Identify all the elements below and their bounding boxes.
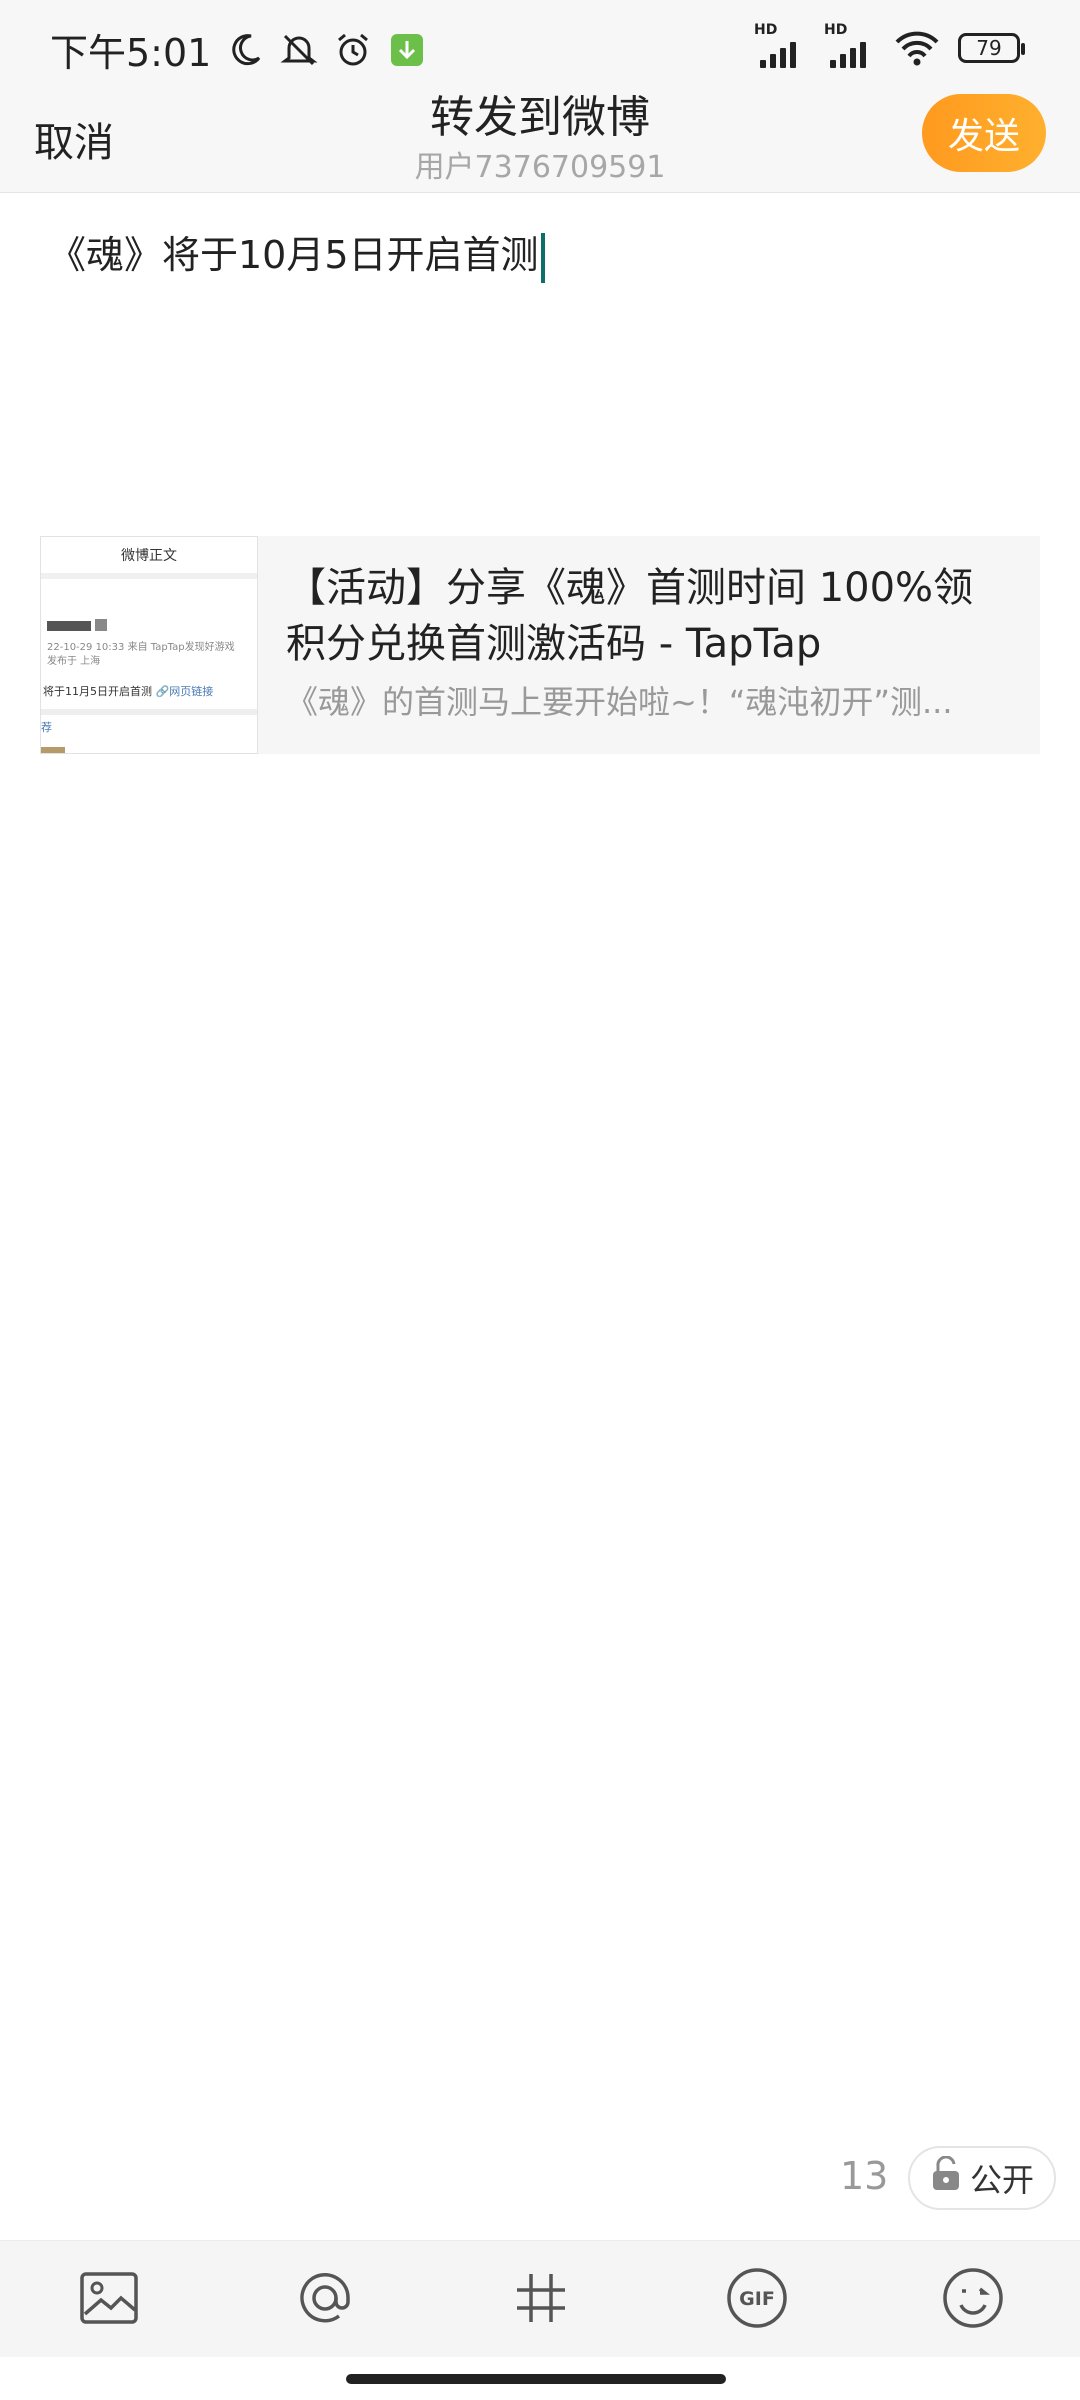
hashtag-icon[interactable] xyxy=(508,2265,574,2331)
thumbnail-band xyxy=(41,573,257,579)
thumbnail-meta-line-2: 发布于 上海 xyxy=(47,656,101,667)
thumbnail-title: 微博正文 xyxy=(121,548,177,564)
moon-icon xyxy=(225,30,265,70)
link-card-description: 《魂》的首测马上要开始啦~！“魂沌初开”测... xyxy=(286,683,953,721)
wifi-icon xyxy=(894,28,940,68)
thumbnail-separator xyxy=(41,709,257,715)
link-card-title: 【活动】分享《魂》首测时间 100%领积分兑换首测激活码 - TapTap xyxy=(286,565,974,667)
status-right: HD HD 79 xyxy=(754,22,1025,68)
compose-toolbar: GIF xyxy=(0,2240,1080,2357)
shared-link-card[interactable]: 微博正文 22-10-29 10:33 来自 TapTap发现好游戏 发布于 上… xyxy=(40,536,1040,754)
visibility-label: 公开 xyxy=(969,2161,1034,2199)
thumbnail-blurred-name xyxy=(47,621,91,631)
hd-label-1: HD xyxy=(754,22,778,38)
compose-text: 《魂》将于10月5日开启首测 xyxy=(48,233,539,277)
signal-2-icon: HD xyxy=(824,22,876,68)
download-notification-icon xyxy=(387,30,427,70)
thumbnail-meta-line-1: 22-10-29 10:33 来自 TapTap发现好游戏 xyxy=(47,642,235,653)
hd-label-2: HD xyxy=(824,22,848,38)
gesture-bar[interactable] xyxy=(346,2374,726,2384)
visibility-button[interactable]: 公开 xyxy=(908,2146,1056,2210)
battery-level: 79 xyxy=(976,36,1002,60)
header-title-group: 转发到微博 用户7376709591 xyxy=(0,90,1080,188)
battery-indicator: 79 xyxy=(958,33,1025,63)
thumbnail-bottom-strip xyxy=(41,747,65,753)
status-time: 下午5:01 xyxy=(50,31,212,75)
thumbnail-tag: 荐 xyxy=(41,721,52,734)
bell-off-icon xyxy=(279,30,319,70)
emoji-icon[interactable] xyxy=(940,2265,1006,2331)
status-bar: 下午5:01 HD HD 79 xyxy=(0,0,1080,96)
text-caret xyxy=(540,232,545,283)
signal-1-icon: HD xyxy=(754,22,806,68)
alarm-icon xyxy=(333,30,373,70)
link-thumbnail: 微博正文 22-10-29 10:33 来自 TapTap发现好游戏 发布于 上… xyxy=(40,536,258,754)
image-icon[interactable] xyxy=(76,2265,142,2331)
page-title: 转发到微博 xyxy=(430,92,650,143)
thumbnail-link-label: 网页链接 xyxy=(169,685,214,698)
character-count: 13 xyxy=(840,2154,889,2198)
gif-icon[interactable]: GIF xyxy=(724,2265,790,2331)
thumbnail-text: 将于11月5日开启首测 🔗网页链接 xyxy=(43,683,213,699)
thumbnail-link: 🔗网页链接 xyxy=(155,685,214,698)
at-icon[interactable] xyxy=(292,2265,358,2331)
compose-input[interactable]: 《魂》将于10月5日开启首测 xyxy=(48,228,1028,283)
send-button[interactable]: 发送 xyxy=(922,94,1046,172)
unlock-icon xyxy=(930,2155,962,2200)
account-name: 用户7376709591 xyxy=(414,150,666,185)
thumbnail-meta: 22-10-29 10:33 来自 TapTap发现好游戏 发布于 上海 xyxy=(47,641,235,669)
gif-label: GIF xyxy=(739,2288,775,2310)
thumbnail-blurred-mark xyxy=(95,619,107,631)
compose-header: 取消 转发到微博 用户7376709591 发送 xyxy=(0,92,1080,193)
status-left: 下午5:01 xyxy=(50,22,427,77)
link-card-text: 【活动】分享《魂》首测时间 100%领积分兑换首测激活码 - TapTap 《魂… xyxy=(258,536,1040,754)
thumbnail-text-main: 将于11月5日开启首测 xyxy=(43,685,152,698)
